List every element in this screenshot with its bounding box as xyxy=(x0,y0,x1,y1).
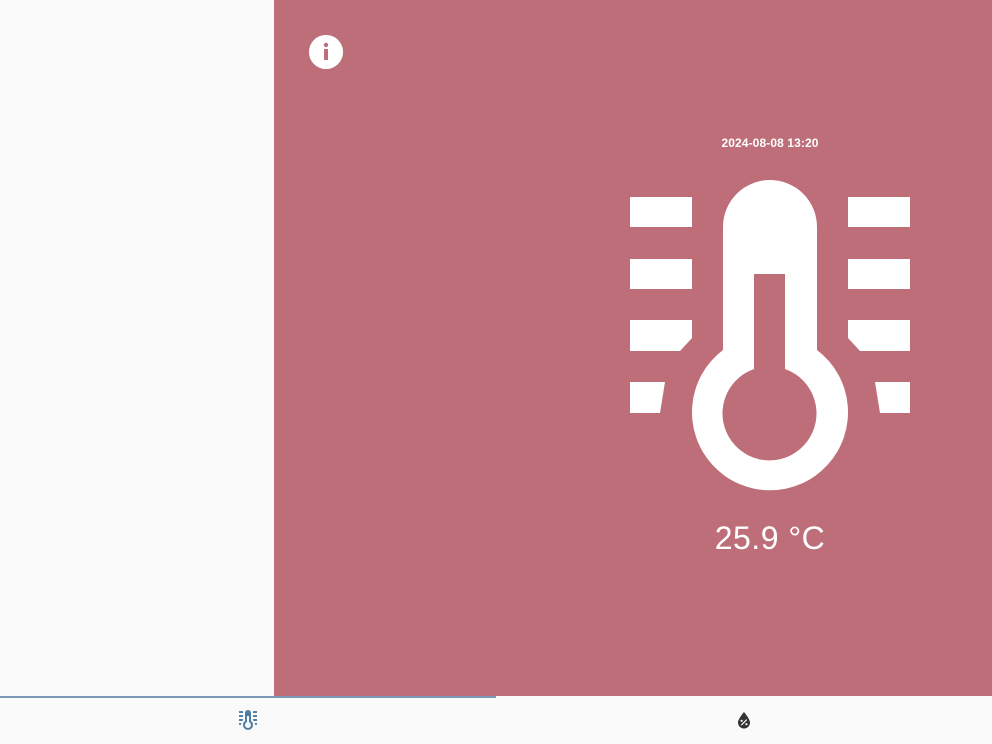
info-button[interactable] xyxy=(309,35,343,69)
info-icon xyxy=(309,35,343,69)
thermometer-icon xyxy=(630,180,910,491)
bottom-navigation xyxy=(0,696,992,744)
thermometer-icon xyxy=(239,710,257,730)
humidity-icon xyxy=(738,712,750,729)
tab-temperature[interactable] xyxy=(0,696,496,744)
sidebar xyxy=(0,0,274,696)
tab-humidity[interactable] xyxy=(496,696,992,744)
timestamp: 2024-08-08 13:20 xyxy=(721,136,819,150)
app-root: 2024-08-08 13:20 25.9 °C xyxy=(0,0,992,744)
temperature-panel: 2024-08-08 13:20 25.9 °C xyxy=(274,0,992,696)
temperature-reading: 25.9 °C xyxy=(714,520,826,556)
